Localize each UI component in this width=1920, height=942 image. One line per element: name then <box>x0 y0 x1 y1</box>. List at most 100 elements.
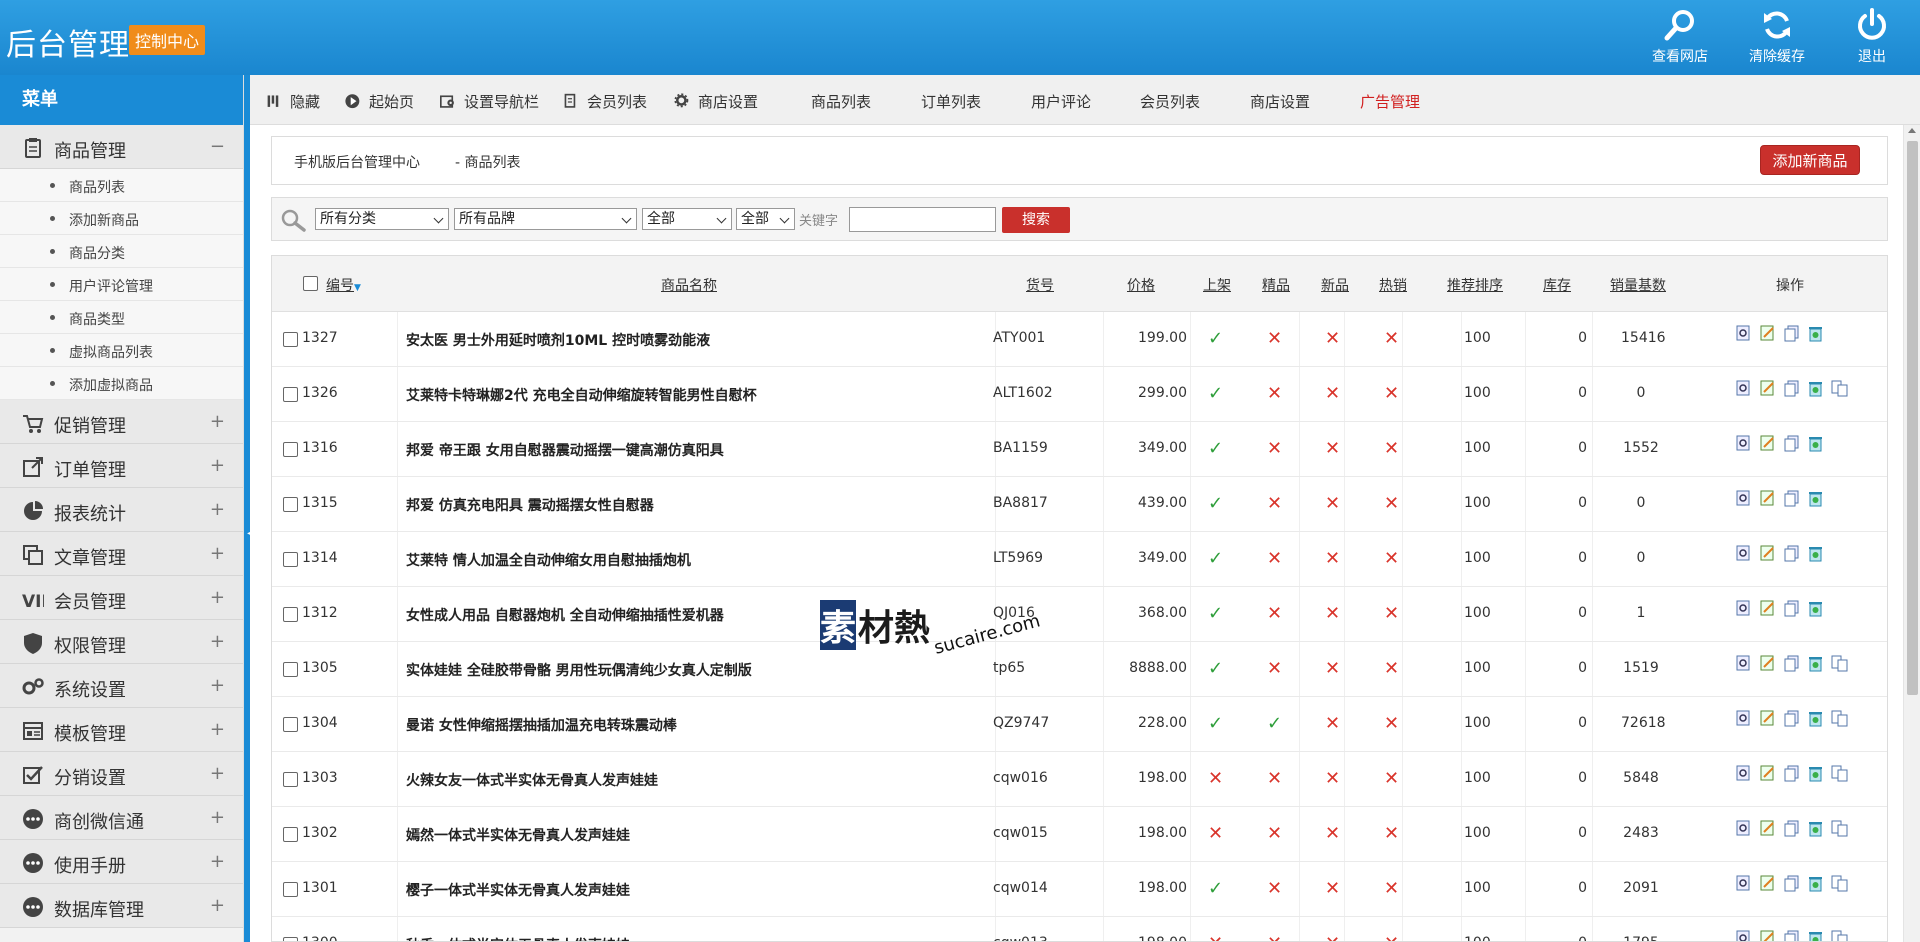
row-price[interactable]: 368.00 <box>1103 605 1187 621</box>
row-sort[interactable]: 100 <box>1464 550 1491 566</box>
edit-icon[interactable] <box>1758 654 1778 672</box>
duplicate-icon[interactable] <box>1830 654 1850 672</box>
row-hot-toggle[interactable]: ✕ <box>1384 770 1399 788</box>
sidebar-item[interactable]: 添加虚拟商品 <box>0 367 243 400</box>
view-icon[interactable] <box>1734 709 1754 727</box>
row-sales[interactable]: 2091 <box>1621 880 1661 896</box>
row-on-sale-toggle[interactable]: ✕ <box>1208 935 1223 942</box>
expand-icon[interactable]: + <box>210 499 225 520</box>
row-hot-toggle[interactable]: ✕ <box>1384 385 1399 403</box>
clear-cache-button[interactable]: 清除缓存 <box>1732 8 1822 66</box>
sidebar-item[interactable]: 商品类型 <box>0 301 243 334</box>
col-stock[interactable]: 库存 <box>1543 275 1571 295</box>
breadcrumb-root[interactable]: 手机版后台管理中心 <box>294 152 420 172</box>
sidebar-section-0[interactable]: 商品管理 − <box>0 125 243 169</box>
row-hot-toggle[interactable]: ✕ <box>1384 715 1399 733</box>
row-product-name[interactable]: 女性成人用品 自慰器炮机 全自动伸缩抽插性爱机器 <box>406 605 724 625</box>
expand-icon[interactable]: + <box>210 455 225 476</box>
edit-icon[interactable] <box>1758 819 1778 837</box>
sidebar-item[interactable]: 商品分类 <box>0 235 243 268</box>
row-hot-toggle[interactable]: ✕ <box>1384 880 1399 898</box>
row-new-toggle[interactable]: ✕ <box>1325 880 1340 898</box>
row-sales[interactable]: 1552 <box>1621 440 1661 456</box>
row-best-toggle[interactable]: ✕ <box>1267 825 1282 843</box>
row-best-toggle[interactable]: ✕ <box>1267 385 1282 403</box>
row-new-toggle[interactable]: ✕ <box>1325 605 1340 623</box>
row-stock[interactable]: 0 <box>1525 660 1587 676</box>
row-checkbox[interactable] <box>283 662 298 677</box>
duplicate-icon[interactable] <box>1830 874 1850 892</box>
toolbar-item-6[interactable]: 订单列表 <box>921 91 981 112</box>
toolbar-item-8[interactable]: 会员列表 <box>1140 91 1200 112</box>
copy-icon[interactable] <box>1782 874 1802 892</box>
row-on-sale-toggle[interactable]: ✓ <box>1208 440 1223 458</box>
toolbar-item-5[interactable]: 商品列表 <box>811 91 871 112</box>
trash-icon[interactable] <box>1806 874 1826 892</box>
row-sales[interactable]: 0 <box>1621 385 1661 401</box>
row-hot-toggle[interactable]: ✕ <box>1384 605 1399 623</box>
search-button[interactable]: 搜索 <box>1002 207 1070 233</box>
row-price[interactable]: 349.00 <box>1103 550 1187 566</box>
row-price[interactable]: 198.00 <box>1103 770 1187 786</box>
duplicate-icon[interactable] <box>1830 709 1850 727</box>
keyword-input[interactable] <box>849 207 996 232</box>
row-on-sale-toggle[interactable]: ✓ <box>1208 385 1223 403</box>
row-checkbox[interactable] <box>283 497 298 512</box>
row-new-toggle[interactable]: ✕ <box>1325 385 1340 403</box>
trash-icon[interactable] <box>1806 379 1826 397</box>
edit-icon[interactable] <box>1758 709 1778 727</box>
row-stock[interactable]: 0 <box>1525 605 1587 621</box>
copy-icon[interactable] <box>1782 819 1802 837</box>
trash-icon[interactable] <box>1806 654 1826 672</box>
col-sales[interactable]: 销量基数 <box>1610 275 1666 295</box>
row-checkbox[interactable] <box>283 442 298 457</box>
row-sort[interactable]: 100 <box>1464 330 1491 346</box>
row-sn[interactable]: cqw014 <box>993 880 1048 896</box>
col-id[interactable]: 编号▼ <box>326 275 361 295</box>
view-shop-button[interactable]: 查看网店 <box>1635 8 1725 66</box>
row-stock[interactable]: 0 <box>1525 935 1587 941</box>
toolbar-item-10[interactable]: 广告管理 <box>1360 91 1420 112</box>
row-sn[interactable]: LT5969 <box>993 550 1043 566</box>
copy-icon[interactable] <box>1782 434 1802 452</box>
expand-icon[interactable]: + <box>210 719 225 740</box>
row-sales[interactable]: 1 <box>1621 605 1661 621</box>
duplicate-icon[interactable] <box>1830 819 1850 837</box>
row-price[interactable]: 198.00 <box>1103 880 1187 896</box>
row-best-toggle[interactable]: ✕ <box>1267 605 1282 623</box>
row-checkbox[interactable] <box>283 552 298 567</box>
trash-icon[interactable] <box>1806 434 1826 452</box>
row-new-toggle[interactable]: ✕ <box>1325 770 1340 788</box>
row-checkbox[interactable] <box>283 387 298 402</box>
row-on-sale-toggle[interactable]: ✓ <box>1208 550 1223 568</box>
row-sn[interactable]: QZ9747 <box>993 715 1049 731</box>
row-best-toggle[interactable]: ✓ <box>1267 715 1282 733</box>
sidebar-section-1[interactable]: 促销管理 + <box>0 400 243 444</box>
toolbar-item-7[interactable]: 用户评论 <box>1031 91 1091 112</box>
scroll-up-arrow[interactable] <box>1908 128 1916 133</box>
row-stock[interactable]: 0 <box>1525 770 1587 786</box>
row-sort[interactable]: 100 <box>1464 440 1491 456</box>
copy-icon[interactable] <box>1782 379 1802 397</box>
sidebar-section-2[interactable]: 订单管理 + <box>0 444 243 488</box>
row-sn[interactable]: BA8817 <box>993 495 1048 511</box>
sidebar-section-12[interactable]: 数据库管理 + <box>0 884 243 928</box>
row-sales[interactable]: 5848 <box>1621 770 1661 786</box>
edit-icon[interactable] <box>1758 929 1778 942</box>
row-on-sale-toggle[interactable]: ✕ <box>1208 770 1223 788</box>
row-hot-toggle[interactable]: ✕ <box>1384 660 1399 678</box>
col-on-sale[interactable]: 上架 <box>1203 275 1231 295</box>
view-icon[interactable] <box>1734 819 1754 837</box>
filter-select-3[interactable]: 全部 <box>642 208 732 230</box>
duplicate-icon[interactable] <box>1830 929 1850 942</box>
trash-icon[interactable] <box>1806 599 1826 617</box>
row-best-toggle[interactable]: ✕ <box>1267 440 1282 458</box>
row-price[interactable]: 198.00 <box>1103 935 1187 941</box>
row-product-name[interactable]: 火辣女友一体式半实体无骨真人发声娃娃 <box>406 770 658 790</box>
col-price[interactable]: 价格 <box>1127 275 1155 295</box>
col-new[interactable]: 新品 <box>1321 275 1349 295</box>
row-sort[interactable]: 100 <box>1464 825 1491 841</box>
row-price[interactable]: 299.00 <box>1103 385 1187 401</box>
row-sales[interactable]: 72618 <box>1621 715 1666 731</box>
trash-icon[interactable] <box>1806 709 1826 727</box>
